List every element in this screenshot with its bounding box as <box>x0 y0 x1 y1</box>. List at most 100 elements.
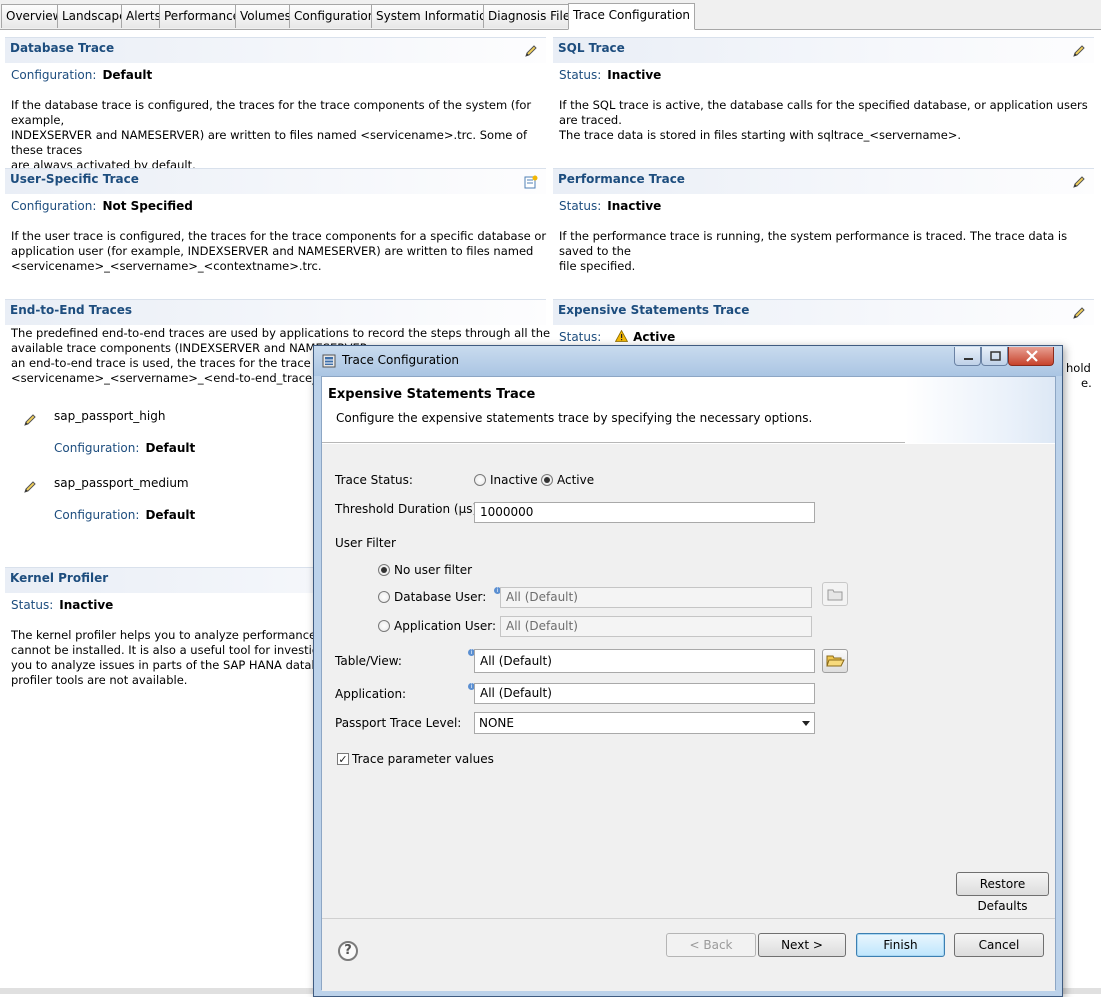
panel-description: If the performance trace is running, the… <box>559 229 1099 274</box>
database-user-browse-button[interactable] <box>822 582 848 606</box>
panel-description: If the user trace is configured, the tra… <box>11 229 551 274</box>
application-user-input[interactable]: All (Default) <box>500 616 812 637</box>
config-row: Configuration: Default <box>54 441 195 455</box>
application-user-radio[interactable] <box>378 620 390 632</box>
threshold-label: Threshold Duration (µs): <box>335 502 482 516</box>
maximize-button[interactable] <box>981 347 1008 366</box>
table-view-browse-button[interactable] <box>822 649 848 673</box>
tab-system-information[interactable]: System Information <box>371 4 500 28</box>
wizard-description: Configure the expensive statements trace… <box>336 411 813 425</box>
config-value: Default <box>145 441 196 455</box>
open-folder-icon <box>826 655 845 667</box>
panel-header: SQL Trace <box>553 37 1094 63</box>
application-input[interactable]: All (Default) <box>474 683 815 704</box>
pencil-icon[interactable] <box>23 413 37 427</box>
finish-button[interactable]: Finish <box>856 933 945 957</box>
close-button[interactable] <box>1008 347 1054 366</box>
desc-fragment: e. <box>1081 376 1092 390</box>
pencil-icon[interactable] <box>1072 175 1086 189</box>
header-banner <box>905 377 1055 443</box>
config-row: Configuration: Not Specified <box>11 199 193 213</box>
status-label: Status: <box>559 330 602 344</box>
e2e-item-name[interactable]: sap_passport_high <box>54 409 165 423</box>
panel-title: Expensive Statements Trace <box>558 303 750 317</box>
desc-line: file specified. <box>559 259 636 273</box>
chevron-down-icon <box>802 721 810 726</box>
help-icon[interactable]: ? <box>338 941 358 961</box>
trace-status-label: Trace Status: <box>335 473 413 487</box>
performance-trace-panel: Performance Trace Status: Inactive If the… <box>553 168 1094 288</box>
passport-trace-level-select[interactable]: NONE <box>474 712 815 734</box>
back-button[interactable]: < Back <box>666 933 756 957</box>
panel-title: User-Specific Trace <box>10 172 139 186</box>
database-user-input[interactable]: All (Default) <box>500 587 812 608</box>
maximize-icon <box>990 351 1001 361</box>
cancel-button[interactable]: Cancel <box>954 933 1044 957</box>
desc-line: If the database trace is configured, the… <box>11 98 532 127</box>
pencil-icon[interactable] <box>1072 306 1086 320</box>
status-label: Status: <box>11 598 54 612</box>
pencil-icon[interactable] <box>1072 44 1086 58</box>
trace-parameter-checkbox[interactable]: ✓ <box>337 753 349 765</box>
dialog-title: Trace Configuration <box>342 353 460 367</box>
status-active-radio[interactable] <box>541 474 553 486</box>
table-view-input[interactable]: All (Default) <box>474 649 815 673</box>
desc-line: INDEXSERVER and NAMESERVER) are written … <box>11 128 528 157</box>
config-value: Default <box>145 508 196 522</box>
status-inactive-label[interactable]: Inactive <box>490 473 538 487</box>
config-row: Configuration: Default <box>54 508 195 522</box>
desc-line: application user (for example, INDEXSERV… <box>11 244 534 258</box>
config-value: Not Specified <box>102 199 193 213</box>
status-active-label[interactable]: Active <box>557 473 594 487</box>
desc-line: If the performance trace is running, the… <box>559 229 1068 258</box>
passport-trace-level-label: Passport Trace Level: <box>335 716 462 730</box>
editor-tab-bar: Overview Landscape Alerts Performance Vo… <box>0 0 1101 30</box>
desc-line: If the user trace is configured, the tra… <box>11 229 547 243</box>
status-inactive-radio[interactable] <box>474 474 486 486</box>
panel-title: Database Trace <box>10 41 115 55</box>
select-value: NONE <box>479 716 514 730</box>
threshold-input[interactable]: 1000000 <box>474 502 815 523</box>
panel-title: End-to-End Traces <box>10 303 133 317</box>
status-value: Inactive <box>607 68 662 82</box>
application-label: Application: <box>335 687 407 701</box>
desc-line: The trace data is stored in files starti… <box>559 128 962 142</box>
dialog-titlebar[interactable]: Trace Configuration <box>314 346 1062 376</box>
restore-defaults-button[interactable]: Restore Defaults <box>956 872 1049 913</box>
trace-configuration-dialog: Trace Configuration Expensive Statements… <box>313 345 1063 997</box>
minimize-button[interactable] <box>954 347 981 366</box>
status-value: Inactive <box>59 598 114 612</box>
config-value: Default <box>102 68 153 82</box>
database-user-label[interactable]: Database User: <box>394 590 486 604</box>
database-user-radio[interactable] <box>378 591 390 603</box>
close-icon <box>1026 350 1038 362</box>
e2e-item-name[interactable]: sap_passport_medium <box>54 476 189 490</box>
tab-diagnosis-files[interactable]: Diagnosis Files <box>483 4 582 28</box>
no-user-filter-label[interactable]: No user filter <box>394 563 472 577</box>
database-trace-panel: Database Trace Configuration: Default If … <box>5 37 546 172</box>
table-view-label: Table/View: <box>335 654 402 668</box>
status-row: Status: Inactive <box>559 199 661 213</box>
tab-trace-configuration[interactable]: Trace Configuration <box>568 3 696 30</box>
status-label: Status: <box>559 199 602 213</box>
panel-description: If the database trace is configured, the… <box>11 98 551 173</box>
pencil-icon[interactable] <box>23 480 37 494</box>
desc-line: The predefined end-to-end traces are use… <box>11 326 551 340</box>
tab-configuration[interactable]: Configuration <box>289 4 381 28</box>
config-label: Configuration: <box>54 508 140 522</box>
add-config-icon[interactable] <box>524 175 538 189</box>
dialog-body: Expensive Statements Trace Configure the… <box>321 376 1056 991</box>
tab-volumes[interactable]: Volumes <box>235 4 296 28</box>
next-button[interactable]: Next > <box>758 933 846 957</box>
application-user-label[interactable]: Application User: <box>394 619 496 633</box>
desc-line: <servicename>_<servername>_<contextname>… <box>11 259 322 273</box>
pencil-icon[interactable] <box>524 44 538 58</box>
tab-performance[interactable]: Performance <box>159 4 246 28</box>
status-row: Status: Inactive <box>11 598 113 612</box>
status-value: Active <box>633 330 676 344</box>
trace-parameter-label[interactable]: Trace parameter values <box>352 752 494 766</box>
no-user-filter-radio[interactable] <box>378 564 390 576</box>
wizard-content: Trace Status: Inactive Active Threshold … <box>322 444 1055 918</box>
panel-title: Kernel Profiler <box>10 571 109 585</box>
status-label: Status: <box>559 68 602 82</box>
